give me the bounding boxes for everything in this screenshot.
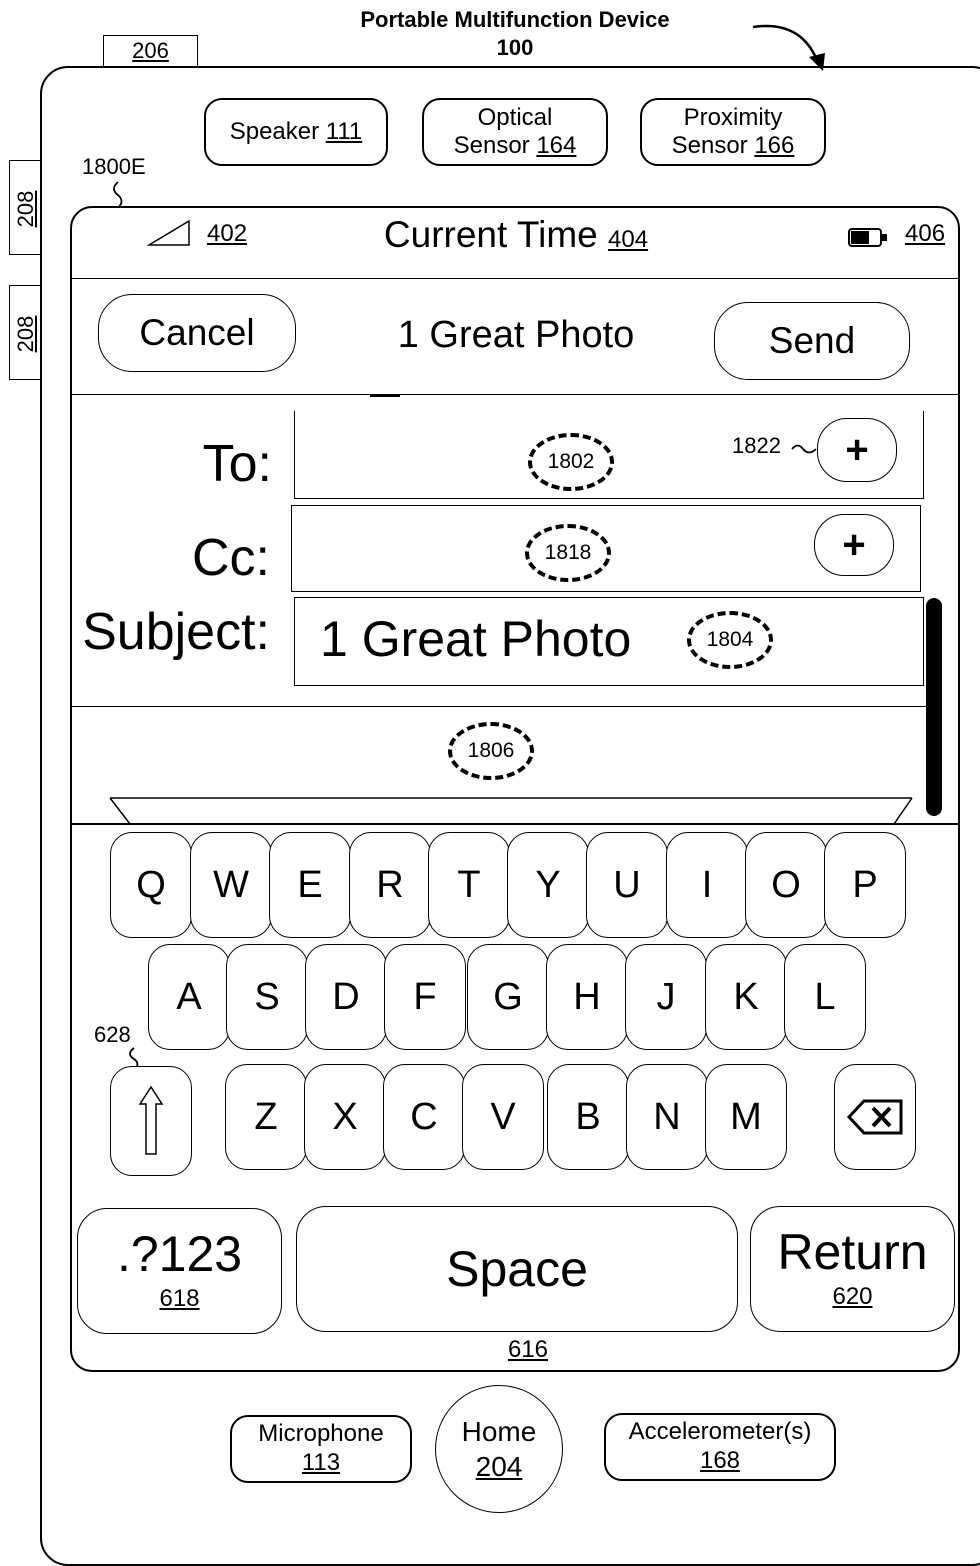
key-r[interactable]: R (349, 832, 431, 938)
key-w[interactable]: W (190, 832, 272, 938)
subject-label: Subject: (82, 603, 270, 661)
key-m[interactable]: M (705, 1064, 787, 1170)
optical-sensor-label-1: Optical (477, 104, 553, 132)
cc-field-ref-1818: 1818 (525, 524, 611, 582)
to-field-ref-1802: 1802 (528, 433, 614, 491)
subject-field-ref-1804: 1804 (687, 611, 773, 669)
send-button[interactable]: Send (714, 302, 910, 380)
return-key[interactable]: Return 620 (750, 1206, 955, 1332)
numbers-key[interactable]: .?123 618 (77, 1208, 282, 1334)
speaker-label: Speaker (229, 118, 320, 146)
key-i[interactable]: I (666, 832, 748, 938)
numbers-key-ref: 618 (159, 1285, 200, 1312)
proximity-sensor-label-2: Sensor (671, 132, 748, 159)
current-time: Current Time 404 (72, 214, 958, 256)
key-u[interactable]: U (586, 832, 668, 938)
optical-sensor-component: Optical Sensor 164 (422, 98, 608, 166)
delete-key[interactable] (834, 1064, 916, 1170)
key-p[interactable]: P (824, 832, 906, 938)
home-button[interactable]: Home 204 (435, 1385, 563, 1513)
scroll-indicator[interactable] (926, 598, 942, 816)
ref-208-lower: 208 (13, 315, 38, 353)
accelerometer-number: 168 (699, 1447, 741, 1474)
key-y[interactable]: Y (507, 832, 589, 938)
body-bottom-edge (109, 797, 913, 825)
key-d[interactable]: D (305, 944, 387, 1050)
key-l[interactable]: L (784, 944, 866, 1050)
key-v[interactable]: V (462, 1064, 544, 1170)
optical-sensor-number: 164 (536, 132, 577, 159)
microphone-label: Microphone (258, 1420, 384, 1448)
microphone-component: Microphone 113 (230, 1415, 412, 1483)
keyboard-ref: 616 (507, 1336, 549, 1363)
screen-ref-label: 1800E (82, 154, 146, 179)
key-z[interactable]: Z (225, 1064, 307, 1170)
backspace-icon (846, 1099, 903, 1135)
side-button-208-upper[interactable]: 208 (9, 160, 41, 255)
status-divider (72, 278, 958, 279)
proximity-sensor-component: Proximity Sensor 166 (640, 98, 826, 166)
key-k[interactable]: K (705, 944, 787, 1050)
ref-208-upper: 208 (13, 190, 38, 228)
return-key-ref: 620 (832, 1283, 873, 1310)
key-s[interactable]: S (226, 944, 308, 1050)
battery-ref: 406 (905, 220, 946, 247)
speaker-number: 111 (325, 118, 363, 146)
current-time-label: Current Time (383, 214, 598, 255)
key-a[interactable]: A (148, 944, 230, 1050)
key-b[interactable]: B (547, 1064, 629, 1170)
space-key-label: Space (446, 1241, 588, 1297)
cc-add-button[interactable]: + (814, 514, 894, 576)
current-time-ref: 404 (608, 226, 649, 253)
home-label: Home (461, 1416, 537, 1447)
to-label: To: (202, 435, 272, 493)
message-body-ref-1806: 1806 (448, 722, 534, 780)
key-o[interactable]: O (745, 832, 827, 938)
ref-206: 206 (132, 38, 169, 63)
add-contact-ref: 1822 (732, 433, 781, 458)
return-key-label: Return (777, 1224, 928, 1280)
key-q[interactable]: Q (110, 832, 192, 938)
key-x[interactable]: X (304, 1064, 386, 1170)
accelerometer-label: Accelerometer(s) (628, 1418, 812, 1446)
speaker-component: Speaker 111 (204, 98, 388, 166)
key-n[interactable]: N (626, 1064, 708, 1170)
cc-label: Cc: (192, 529, 270, 587)
key-j[interactable]: J (625, 944, 707, 1050)
shift-arrow-icon (138, 1085, 164, 1155)
shift-key[interactable] (110, 1066, 192, 1176)
shift-ref: 628 (94, 1022, 131, 1047)
nav-divider (72, 394, 958, 395)
nav-divider-tick (370, 395, 400, 397)
optical-sensor-label-2: Sensor (453, 132, 530, 159)
to-add-button[interactable]: + (817, 418, 897, 482)
key-g[interactable]: G (467, 944, 549, 1050)
accelerometer-component: Accelerometer(s) 168 (604, 1413, 836, 1481)
key-c[interactable]: C (383, 1064, 465, 1170)
battery-icon (848, 228, 887, 247)
keyboard-top-border (72, 823, 958, 825)
numbers-key-label: .?123 (116, 1226, 243, 1282)
subject-value: 1 Great Photo (320, 611, 632, 667)
key-e[interactable]: E (269, 832, 351, 938)
space-key[interactable]: Space (296, 1206, 738, 1332)
home-number: 204 (475, 1451, 523, 1482)
proximity-sensor-number: 166 (754, 132, 795, 159)
form-divider (72, 706, 932, 707)
microphone-number: 113 (301, 1449, 341, 1476)
key-f[interactable]: F (384, 944, 466, 1050)
proximity-sensor-label-1: Proximity (683, 104, 783, 132)
key-t[interactable]: T (428, 832, 510, 938)
top-button-206[interactable]: 206 (103, 35, 198, 67)
key-h[interactable]: H (546, 944, 628, 1050)
side-button-208-lower[interactable]: 208 (9, 285, 41, 380)
touch-screen: 402 Current Time 404 406 Cancel 1 Great … (70, 206, 960, 1372)
